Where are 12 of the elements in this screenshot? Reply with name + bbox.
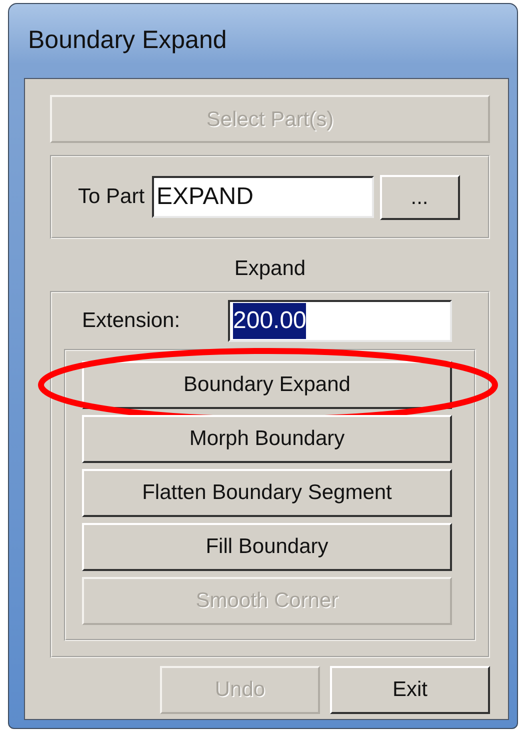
- to-part-label: To Part: [78, 184, 145, 210]
- browse-button[interactable]: ...: [380, 174, 460, 220]
- action-button[interactable]: Fill Boundary: [82, 522, 452, 570]
- window-title: Boundary Expand: [28, 25, 227, 56]
- footer-button[interactable]: Exit: [330, 666, 490, 714]
- action-button[interactable]: Flatten Boundary Segment: [82, 468, 452, 516]
- extension-label: Extension:: [82, 308, 180, 334]
- action-button[interactable]: Morph Boundary: [82, 414, 452, 462]
- group-heading: Expand: [234, 257, 306, 280]
- action-button[interactable]: Boundary Expand: [82, 360, 452, 408]
- to-part-field[interactable]: EXPAND: [152, 176, 374, 218]
- extension-field[interactable]: 200.00: [228, 300, 452, 342]
